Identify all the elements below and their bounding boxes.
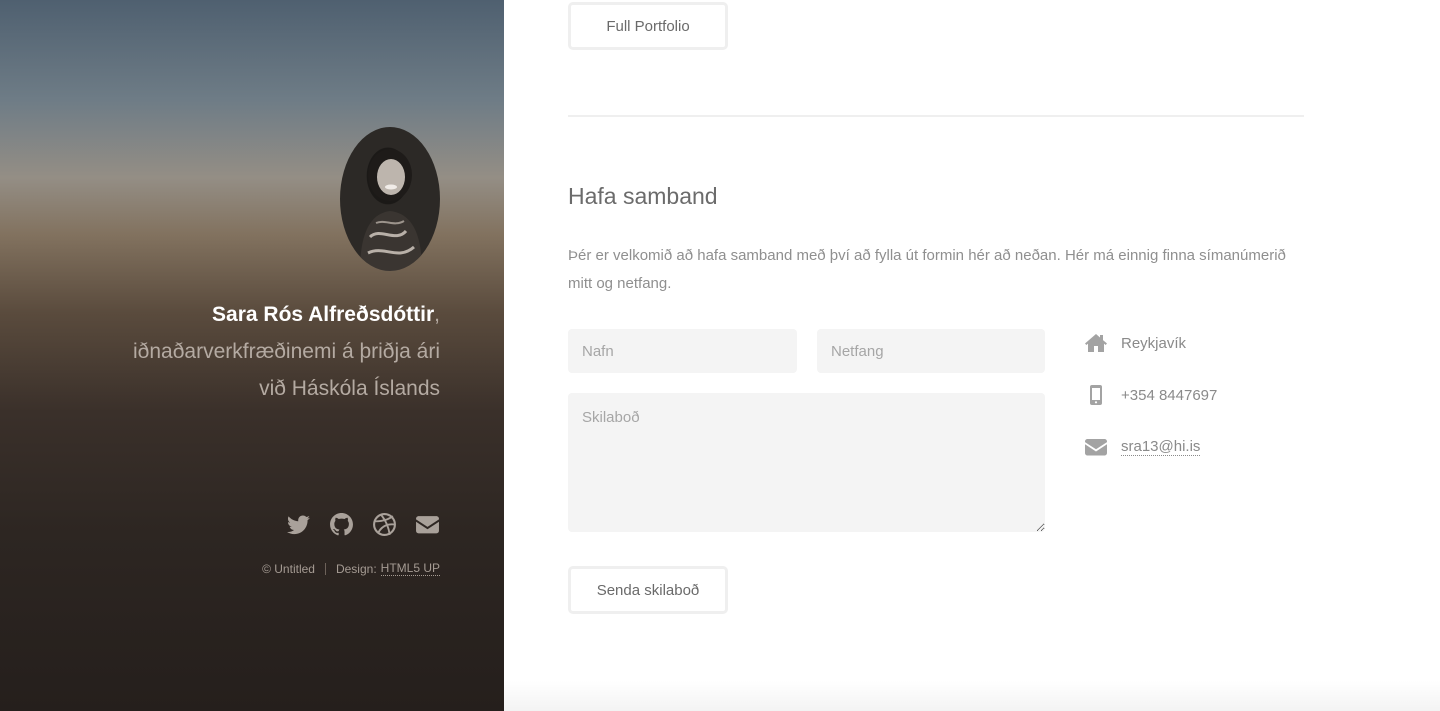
design-label: Design: [335,561,377,576]
contact-address: Reykjavík [1084,331,1186,355]
full-portfolio-button[interactable]: Full Portfolio [568,2,728,50]
avatar-photo [360,149,422,271]
name-comma: , [434,303,440,326]
social-links [286,511,440,538]
intro: Sara Rós Alfreðsdóttir, iðnaðarverkfræði… [40,296,440,407]
section-divider [568,115,1304,117]
author-name: Sara Rós Alfreðsdóttir [212,303,435,326]
sidebar-header: Sara Rós Alfreðsdóttir, iðnaðarverkfræði… [0,0,504,711]
contact-phone: +354 8447697 [1084,383,1217,407]
email-input[interactable] [817,329,1045,373]
contact-description: Þér er velkomið að hafa samband með því … [568,247,1286,292]
copyright: © Untitled Design: HTML5 UP [262,561,440,576]
email-link[interactable] [415,511,440,538]
mobile-phone-icon [1090,385,1102,405]
tagline-line-1: iðnaðarverkfræðinemi á þriðja ári [133,340,440,363]
phone-text: +354 8447697 [1121,386,1218,404]
dribbble-link[interactable] [372,511,397,538]
github-link[interactable] [329,511,354,538]
envelope-icon [416,516,439,534]
contact-email: sra13@hi.is [1084,435,1201,459]
contact-heading: Hafa samband [568,183,718,209]
message-textarea[interactable] [568,393,1045,532]
send-message-button[interactable]: Senda skilaboð [568,566,728,614]
envelope-icon [1085,439,1107,456]
copyright-divider [324,562,326,575]
twitter-icon [287,515,310,535]
name-input[interactable] [568,329,797,373]
bottom-shadow [504,681,1440,711]
avatar [340,127,440,271]
main-content: Full Portfolio Hafa samband Þér er velko… [504,0,1440,711]
home-icon [1085,334,1107,352]
copyright-text: © Untitled [262,561,315,576]
tagline-line-2: við Háskóla Íslands [259,377,440,400]
twitter-link[interactable] [286,511,311,538]
design-credit-link[interactable]: HTML5 UP [380,561,440,576]
email-address-link[interactable]: sra13@hi.is [1121,438,1201,456]
dribbble-icon [373,513,396,536]
github-icon [330,513,353,536]
address-text: Reykjavík [1121,334,1187,352]
